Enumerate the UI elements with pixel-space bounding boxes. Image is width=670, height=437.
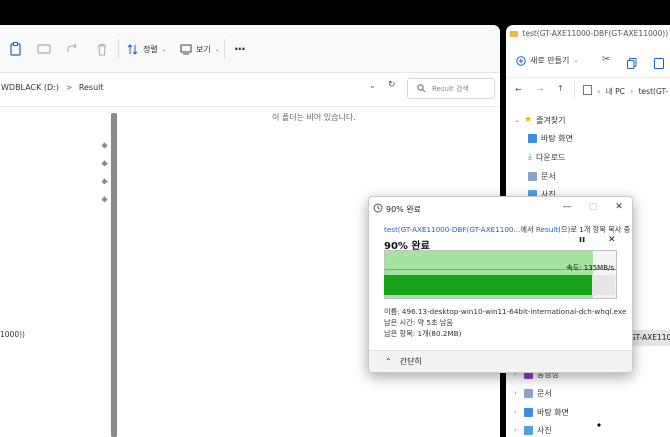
kbench-logo-icon [594, 420, 604, 430]
empty-folder-message: 이 폴더는 비어 있습니다. [272, 113, 356, 122]
view-icon [180, 44, 192, 54]
back-arrow-icon[interactable]: ← [515, 85, 522, 94]
pin-icon [101, 152, 109, 167]
items-remaining-line: 남은 항목: 1개(80.2MB) [384, 329, 462, 338]
desktop-icon [528, 133, 537, 143]
chevron-right-icon: › [514, 408, 517, 416]
pin-icon [101, 188, 109, 203]
document-icon [528, 171, 537, 181]
tree-item-pictures-2[interactable]: › 사진 [514, 423, 552, 437]
tree-item-desktop[interactable]: 바탕 화면 [528, 131, 573, 145]
share-icon [67, 43, 77, 52]
folder-icon [510, 31, 518, 37]
view-label: 보기 [196, 44, 211, 54]
less-details-button[interactable]: ⌃ 간단히 [385, 356, 422, 367]
forward-arrow-icon[interactable]: → [537, 85, 544, 94]
speed-label: 속도: 135MB/s [566, 264, 614, 272]
refresh-icon[interactable]: ↻ [388, 80, 396, 90]
watermark-text: K-BENCH [609, 420, 654, 430]
sort-button[interactable]: 정렬 ⌄ [127, 39, 167, 59]
chevron-down-icon: ⌄ [514, 116, 520, 124]
minimize-button[interactable]: — [560, 200, 574, 214]
document-icon [524, 388, 533, 398]
file-name-line: 이름: 496.13-desktop-win10-win11-64bit-int… [384, 307, 627, 316]
tree-item-favorites[interactable]: ⌄ ★ 즐겨찾기 [514, 113, 566, 127]
breadcrumb-separator: > [65, 83, 73, 92]
sort-label: 정렬 [143, 44, 158, 54]
trash-icon [98, 43, 106, 55]
copy-icon[interactable] [627, 54, 637, 73]
rename-button[interactable] [37, 39, 51, 59]
chevron-down-icon: ⌄ [214, 45, 220, 53]
tree-item-documents-2[interactable]: › 문서 [514, 386, 552, 400]
nav-item-partial[interactable]: 1000)) [0, 330, 25, 339]
time-remaining-line: 남은 시간: 약 5초 남음 [384, 318, 454, 327]
command-bar: 정렬 ⌄ 보기 ⌄ ··· [0, 25, 500, 73]
search-icon [417, 84, 426, 93]
dialog-footer: ⌃ 간단히 [369, 350, 632, 372]
document-icon [583, 85, 592, 95]
pause-button[interactable]: ıı [579, 235, 585, 245]
sort-icon [127, 43, 138, 55]
copy-progress-dialog: 90% 완료 — ▢ ✕ test(GT-AXE11000-DBF(GT-AXE… [368, 196, 633, 373]
progress-bar [384, 275, 615, 295]
paste-button[interactable] [10, 39, 22, 59]
download-icon: ⤓ [528, 152, 532, 162]
rename-icon [37, 44, 51, 54]
maximize-button[interactable]: ▢ [586, 200, 600, 214]
cut-icon[interactable]: ✂ [602, 54, 610, 65]
delete-button[interactable] [96, 39, 108, 59]
address-bar: ← → ↑ › 내 PC › test(GT- [506, 77, 670, 103]
breadcrumb[interactable]: › 내 PC › test(GT- [574, 81, 670, 98]
chevron-right-icon: › [514, 426, 517, 434]
copy-description: test(GT-AXE11000-DBF(GT-AXE1100...에서 Res… [384, 225, 631, 234]
pin-icon [101, 170, 109, 185]
more-options-button[interactable]: ··· [234, 39, 246, 59]
history-dropdown-icon[interactable]: ⌄ [369, 81, 376, 90]
copy-progress-icon [373, 203, 383, 213]
up-arrow-icon[interactable]: ↑ [557, 84, 564, 93]
share-button[interactable] [66, 39, 80, 59]
breadcrumb-folder[interactable]: Result [79, 83, 104, 92]
clipboard-icon [10, 42, 21, 56]
breadcrumb-drive[interactable]: WDBLACK (D:) [1, 83, 59, 92]
star-icon: ★ [524, 115, 533, 125]
close-button[interactable]: ✕ [612, 200, 626, 214]
chevron-right-icon: › [514, 389, 517, 397]
command-bar: 새로 만들기 ⌄ ✂ [506, 41, 670, 78]
progress-bar-fill [384, 275, 592, 295]
cancel-icon[interactable]: ✕ [608, 235, 616, 245]
window-title: test(GT-AXE11000-DBF(GT-AXE11000)) [510, 29, 668, 38]
picture-icon [524, 425, 533, 435]
chevron-down-icon: ⌄ [573, 57, 579, 64]
kbench-watermark: K-BENCH [592, 416, 668, 434]
chevron-up-icon: ⌃ [385, 357, 392, 366]
paste-icon[interactable] [654, 54, 664, 73]
pin-icon [101, 134, 109, 149]
destination-link[interactable]: Result [536, 225, 558, 234]
desktop-icon [524, 407, 533, 417]
breadcrumb[interactable]: WDBLACK (D:) > Result [1, 83, 104, 92]
address-bar: WDBLACK (D:) > Result ⌄ ↻ Result 검색 [0, 73, 500, 107]
navigation-pane: 1000)) [0, 107, 117, 437]
plus-circle-icon [516, 55, 526, 66]
chevron-down-icon: ⌄ [161, 45, 167, 53]
tree-item-documents[interactable]: 문서 [528, 169, 556, 183]
new-button[interactable]: 새로 만들기 ⌄ [516, 55, 578, 66]
nav-scrollbar[interactable] [111, 113, 117, 437]
tree-item-desktop-2[interactable]: › 바탕 화면 [514, 405, 569, 419]
tree-item-downloads[interactable]: ⤓ 다운로드 [528, 150, 565, 164]
view-button[interactable]: 보기 ⌄ [180, 39, 220, 59]
search-input[interactable]: Result 검색 [407, 78, 495, 99]
source-link[interactable]: test(GT-AXE11000-DBF(GT-AXE1100... [384, 225, 520, 234]
dialog-title: 90% 완료 [386, 205, 422, 214]
search-placeholder: Result 검색 [432, 85, 469, 93]
